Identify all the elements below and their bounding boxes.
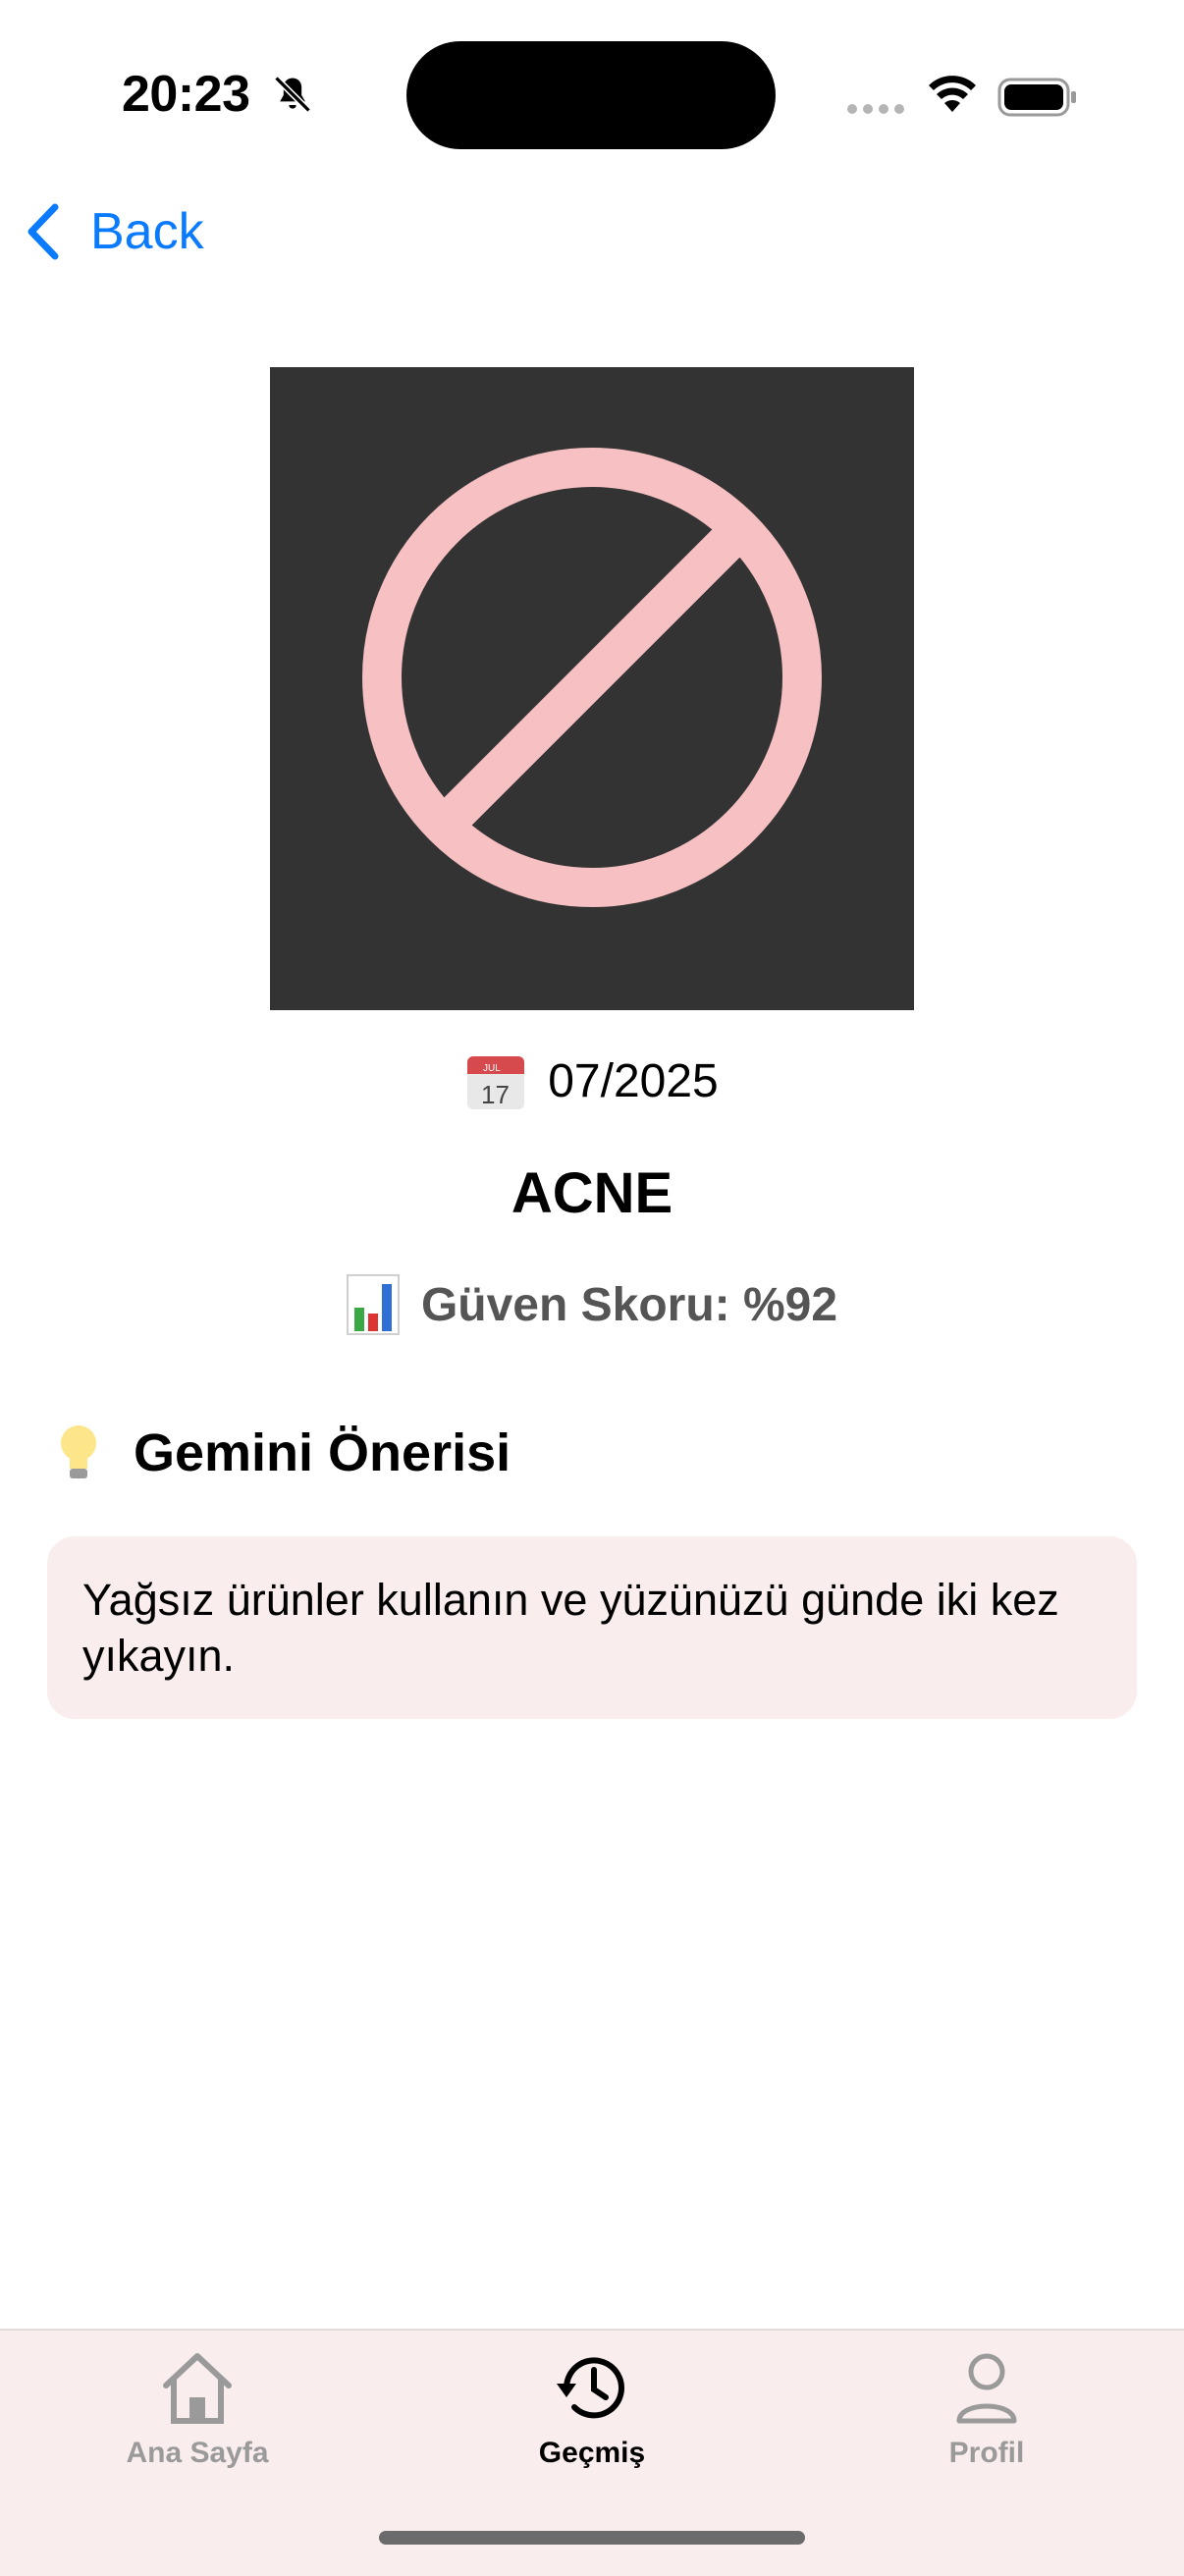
wifi-icon: [929, 76, 976, 112]
chevron-left-icon: [27, 203, 59, 260]
history-icon: [557, 2357, 624, 2419]
diagnosis-title: ACNE: [511, 1161, 673, 1225]
scan-date: 07/2025: [548, 1054, 719, 1107]
prohibited-icon: [362, 448, 822, 907]
calendar-icon: JUL 17: [467, 1056, 525, 1109]
date-row: JUL 17 07/2025: [0, 1050, 1184, 1111]
confidence-score-row: Güven Skoru: %92: [0, 1274, 1184, 1335]
bar-chart-icon: [346, 1274, 400, 1335]
tab-label: Geçmiş: [538, 2437, 646, 2469]
gemini-section-header: Gemini Önerisi: [53, 1422, 511, 1484]
tab-label: Ana Sayfa: [126, 2437, 269, 2469]
tab-history[interactable]: Geçmiş: [395, 2331, 789, 2488]
profile-icon: [956, 2353, 1017, 2424]
advice-card: Yağsız ürünler kullanın ve yüzünüzü günd…: [47, 1536, 1137, 1719]
lightbulb-icon: [61, 1425, 96, 1478]
confidence-score: Güven Skoru: %92: [420, 1278, 838, 1331]
status-bar: 20:23: [0, 0, 1184, 187]
bell-slash-icon: [274, 76, 311, 113]
section-title: Gemini Önerisi: [134, 1423, 511, 1482]
battery-icon: [997, 78, 1076, 117]
home-indicator: [379, 2531, 805, 2545]
signal-icon: [847, 104, 904, 114]
svg-text:JUL: JUL: [483, 1063, 501, 1074]
tab-home[interactable]: Ana Sayfa: [0, 2331, 395, 2488]
status-time: 20:23: [122, 66, 250, 123]
tab-profile[interactable]: Profil: [789, 2331, 1184, 2488]
analysis-image: [270, 367, 914, 1010]
back-label: Back: [90, 203, 204, 260]
svg-text:17: 17: [481, 1080, 510, 1109]
dynamic-island: [406, 41, 776, 149]
home-icon: [163, 2353, 232, 2424]
tab-label: Profil: [948, 2437, 1025, 2469]
back-button[interactable]: Back: [24, 196, 204, 267]
advice-text: Yağsız ürünler kullanın ve yüzünüzü günd…: [82, 1575, 1059, 1681]
